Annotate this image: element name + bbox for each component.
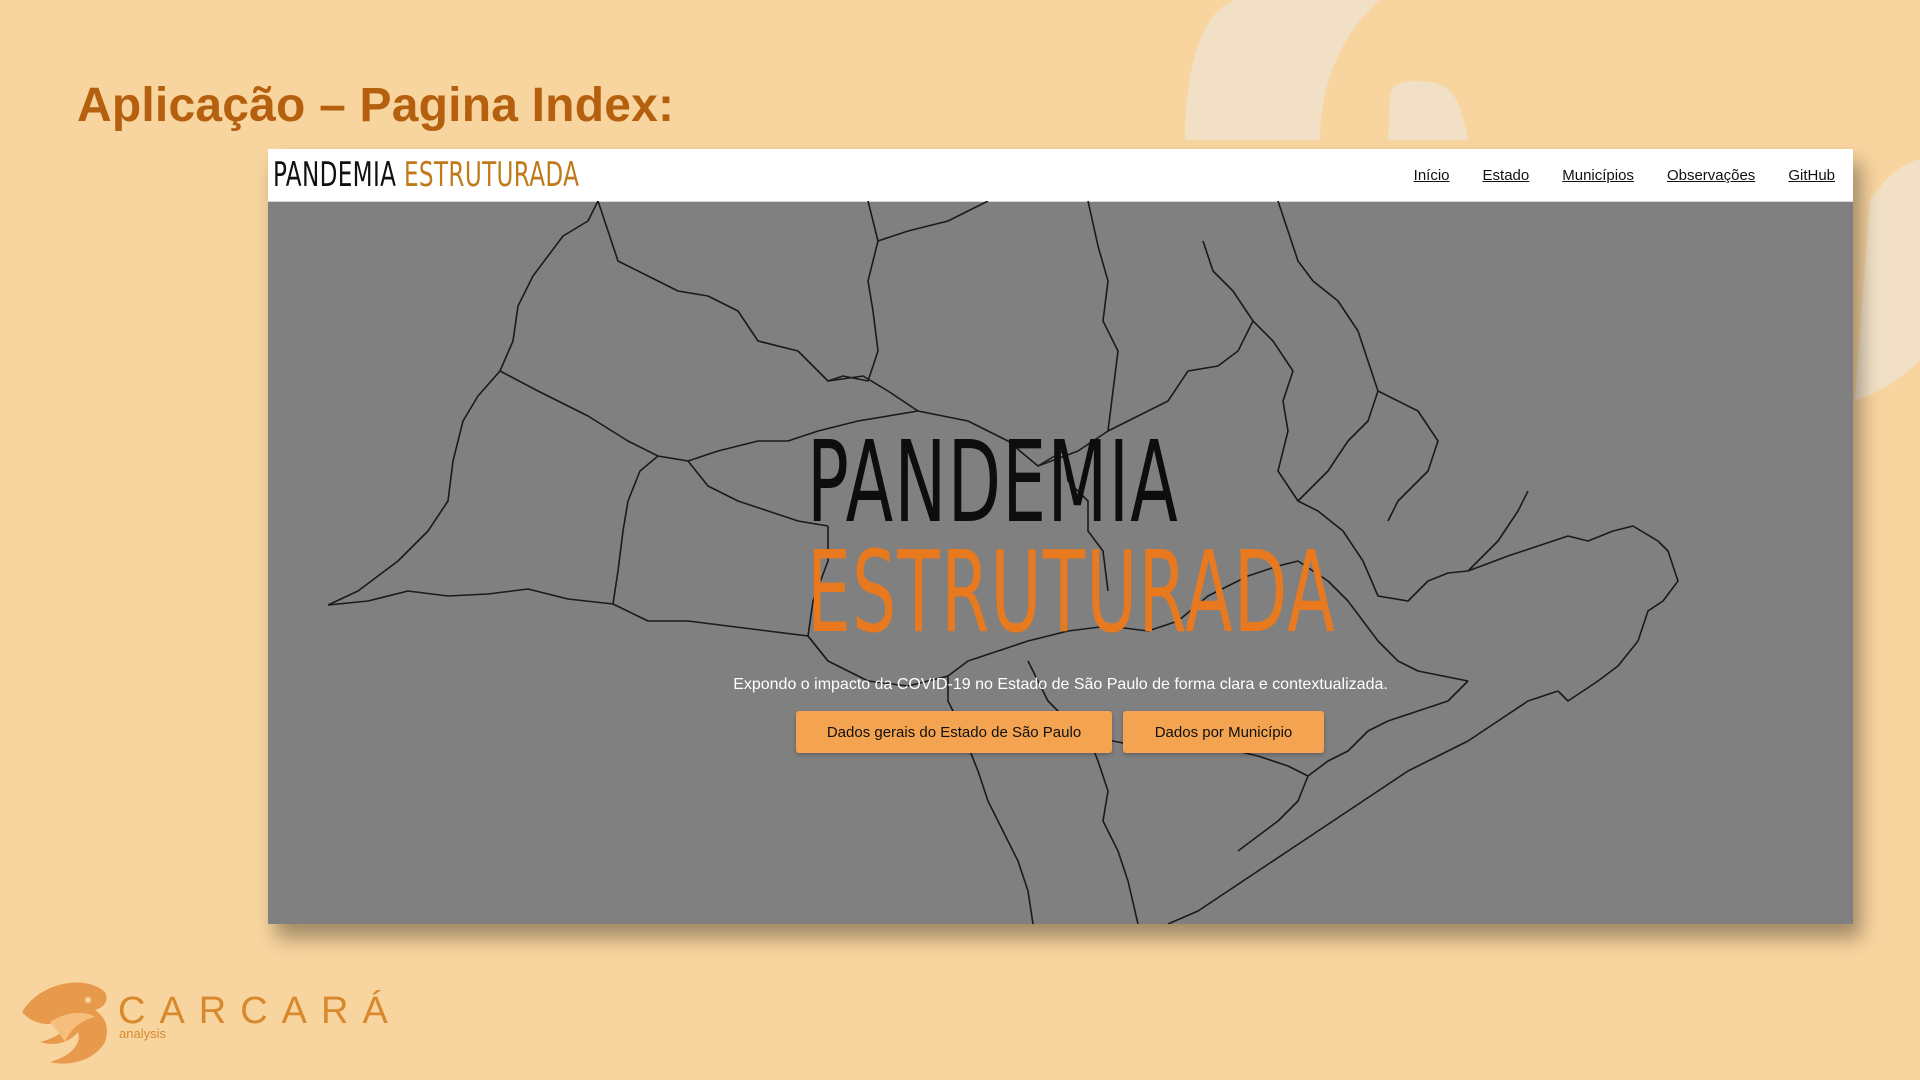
- slide-title: Aplicação – Pagina Index:: [77, 79, 675, 132]
- nav-link-inicio[interactable]: Início: [1414, 167, 1450, 184]
- navbar: PANDEMIA ESTRUTURADA Início Estado Munic…: [268, 149, 1853, 202]
- nav-menu: Início Estado Municípios Observações Git…: [1414, 149, 1835, 201]
- state-data-button[interactable]: Dados gerais do Estado de São Paulo: [796, 711, 1112, 753]
- nav-link-observacoes[interactable]: Observações: [1667, 167, 1755, 184]
- hero-title-line-1: PANDEMIA: [807, 418, 1180, 548]
- logo-subtitle: analysis: [119, 1026, 166, 1041]
- app-screenshot-window: PANDEMIA ESTRUTURADA Início Estado Munic…: [268, 149, 1853, 924]
- nav-link-estado[interactable]: Estado: [1483, 167, 1530, 184]
- brand-word-1: PANDEMIA: [273, 155, 397, 195]
- brand-word-2: ESTRUTURADA: [403, 155, 580, 195]
- hero-title: PANDEMIA ESTRUTURADA: [807, 427, 1336, 649]
- nav-link-github[interactable]: GitHub: [1788, 167, 1835, 184]
- nav-link-municipios[interactable]: Municípios: [1562, 167, 1634, 184]
- brand-logo[interactable]: PANDEMIA ESTRUTURADA: [273, 151, 579, 199]
- hero-title-line-2: ESTRUTURADA: [807, 528, 1337, 658]
- hero-tagline: Expondo o impacto da COVID-19 no Estado …: [733, 676, 1388, 693]
- municipality-data-button[interactable]: Dados por Município: [1123, 711, 1324, 753]
